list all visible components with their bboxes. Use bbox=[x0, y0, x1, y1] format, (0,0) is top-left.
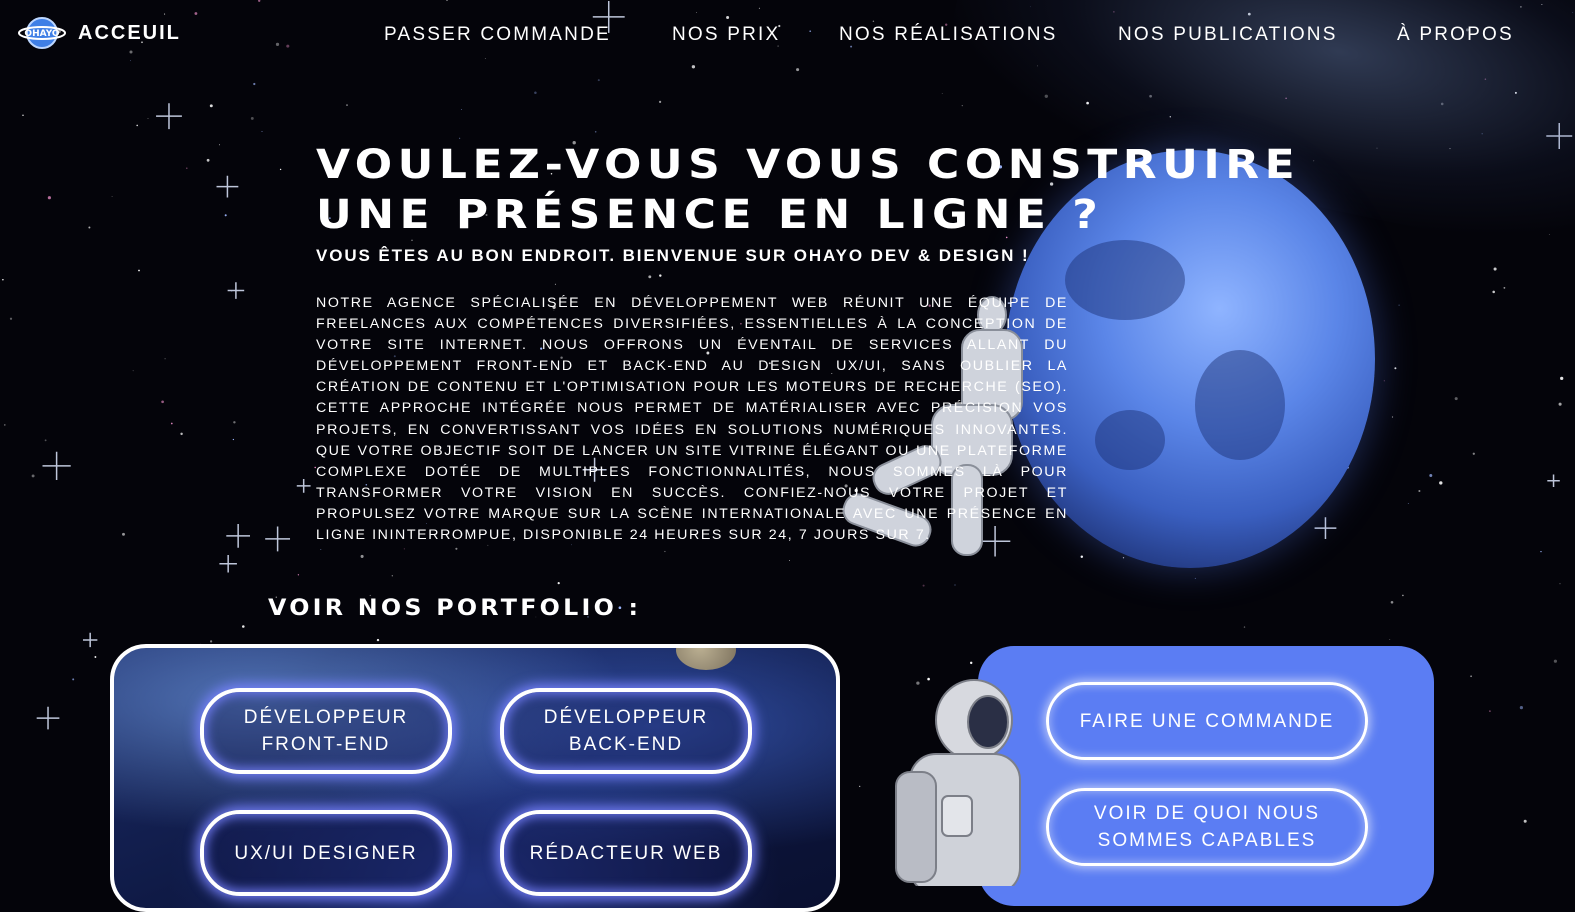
hero-description: NOTRE AGENCE SPÉCIALISÉE EN DÉVELOPPEMEN… bbox=[316, 295, 1068, 544]
backend-portfolio-button[interactable]: DÉVELOPPEUR BACK-END bbox=[500, 688, 752, 774]
portfolio-heading: VOIR NOS PORTFOLIO : bbox=[268, 596, 642, 621]
backend-label-line-1: DÉVELOPPEUR bbox=[543, 707, 709, 728]
ohayo-logo-icon[interactable]: OHAYO bbox=[18, 16, 66, 50]
backend-label-line-2: BACK-END bbox=[568, 734, 684, 755]
nav-passer-commande[interactable]: PASSER COMMANDE bbox=[384, 24, 611, 46]
capabilities-label-line-1: VOIR DE QUOI NOUS bbox=[1093, 803, 1321, 824]
portfolio-card: DÉVELOPPEUR FRONT-END DÉVELOPPEUR BACK-E… bbox=[110, 644, 840, 912]
order-label: FAIRE UNE COMMANDE bbox=[1079, 710, 1335, 732]
order-button[interactable]: FAIRE UNE COMMANDE bbox=[1046, 682, 1368, 760]
uxui-label: UX/UI DESIGNER bbox=[234, 842, 418, 864]
uxui-portfolio-button[interactable]: UX/UI DESIGNER bbox=[200, 810, 452, 896]
call-to-action-card: FAIRE UNE COMMANDE VOIR DE QUOI NOUS SOM… bbox=[978, 646, 1434, 906]
moon-image bbox=[676, 648, 736, 670]
frontend-label-line-2: FRONT-END bbox=[261, 734, 391, 755]
hero-title-line-1: VOULEZ-VOUS VOUS CONSTRUIRE bbox=[316, 142, 1301, 188]
home-link[interactable]: ACCEUIL bbox=[78, 22, 181, 45]
capabilities-label-line-2: SOMMES CAPABLES bbox=[1097, 830, 1317, 851]
hero-subtitle: VOUS ÊTES AU BON ENDROIT. BIENVENUE SUR … bbox=[316, 246, 1030, 265]
frontend-portfolio-button[interactable]: DÉVELOPPEUR FRONT-END bbox=[200, 688, 452, 774]
nav-nos-realisations[interactable]: NOS RÉALISATIONS bbox=[839, 24, 1058, 46]
hero-title-line-2: UNE PRÉSENCE EN LIGNE ? bbox=[316, 192, 1104, 238]
capabilities-button[interactable]: VOIR DE QUOI NOUS SOMMES CAPABLES bbox=[1046, 788, 1368, 866]
redacteur-portfolio-button[interactable]: RÉDACTEUR WEB bbox=[500, 810, 752, 896]
hero-title: VOULEZ-VOUS VOUS CONSTRUIRE UNE PRÉSENCE… bbox=[316, 140, 1306, 240]
nav-a-propos[interactable]: À PROPOS bbox=[1397, 24, 1514, 46]
standing-astronaut-image bbox=[895, 679, 1021, 886]
nav-nos-prix[interactable]: NOS PRIX bbox=[672, 24, 780, 46]
redacteur-label: RÉDACTEUR WEB bbox=[529, 842, 723, 864]
top-navigation: OHAYO ACCEUIL PASSER COMMANDE NOS PRIX N… bbox=[0, 0, 1575, 66]
nav-nos-publications[interactable]: NOS PUBLICATIONS bbox=[1118, 24, 1338, 46]
frontend-label-line-1: DÉVELOPPEUR bbox=[243, 707, 409, 728]
logo-text: OHAYO bbox=[24, 29, 59, 39]
